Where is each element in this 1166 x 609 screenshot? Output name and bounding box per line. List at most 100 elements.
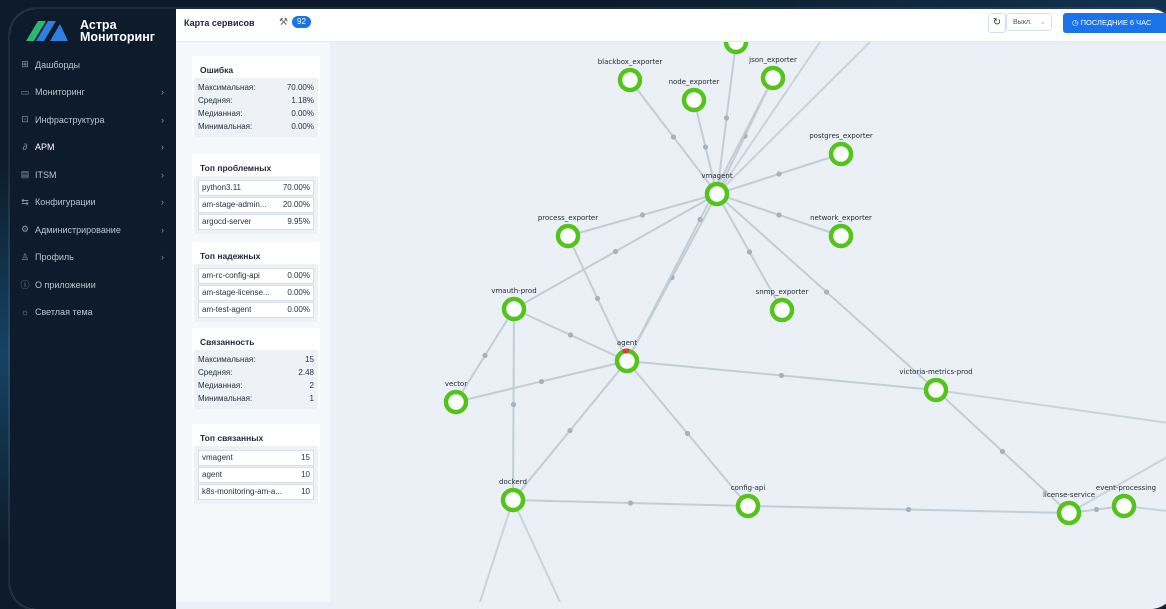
map-node-snmp_exporter[interactable]: snmp_exporter <box>756 288 809 323</box>
node-label: json_exporter <box>748 56 797 64</box>
edge-dot <box>723 115 730 121</box>
node-ring[interactable] <box>614 348 640 374</box>
map-node-postgres_exporter[interactable]: postgres_exporter <box>809 132 873 167</box>
list-item[interactable]: vmagent 15 <box>198 450 314 466</box>
node-ring[interactable] <box>704 181 730 207</box>
node-ring[interactable] <box>1056 500 1082 526</box>
node-ring[interactable] <box>828 223 854 249</box>
edge-dot <box>510 401 517 408</box>
service-map-graph[interactable]: blackbox_exporter node_exporter json_expor… <box>330 42 1166 602</box>
logo[interactable]: Астра Мониторинг <box>24 19 155 43</box>
topbar: Карта сервисов ⚒ 92 ↻ Выкл. ⌄ ◷ ПОСЛЕДНИ… <box>176 9 1166 42</box>
sun-icon: ☼ <box>20 307 30 318</box>
node-ring[interactable] <box>723 42 749 55</box>
stat-row-value: 1.18% <box>291 96 314 105</box>
time-range-button[interactable]: ◷ ПОСЛЕДНИЕ 6 ЧАС <box>1063 13 1166 33</box>
list-item[interactable]: argocd-server 9.95% <box>198 214 314 230</box>
node-ring[interactable] <box>500 487 526 513</box>
app-window: Астра Мониторинг ⊞ Дашборды ▭ Мониторинг › ⊡ И… <box>10 9 1166 609</box>
list-item-key: python3.11 <box>202 183 241 192</box>
edge-dot <box>999 448 1006 455</box>
list-item[interactable]: python3.11 70.00% <box>198 180 314 196</box>
logo-mark-icon <box>26 21 68 41</box>
node-ring[interactable] <box>828 141 854 167</box>
node-label: postgres_exporter <box>809 132 873 140</box>
map-node-vector[interactable]: vector <box>443 380 469 415</box>
sidebar-item-1[interactable]: ▭ Мониторинг › <box>10 79 176 107</box>
map-node-node_exporter[interactable]: node_exporter <box>669 78 720 113</box>
edge-dot <box>823 289 830 295</box>
stat-row: Максимальная: 70.00% <box>198 81 314 94</box>
stat-row-value: 2.48 <box>298 368 314 377</box>
list-item[interactable]: am-stage-admin... 20.00% <box>198 197 314 213</box>
map-node-vmauth-prod[interactable]: vmauth-prod <box>491 287 537 322</box>
stat-row-key: Медианная: <box>198 381 243 390</box>
list-item[interactable]: am-rc-config-api 0.00% <box>198 268 314 284</box>
chevron-right-icon: › <box>161 169 164 180</box>
map-node-event-processing[interactable]: event-processing <box>1096 484 1156 519</box>
list-item-value: 0.00% <box>287 288 310 297</box>
map-node-agent[interactable]: agent <box>614 339 640 374</box>
top-problem-card: Топ проблемных python3.11 70.00% am-stage-… <box>192 154 320 234</box>
sidebar-item-6[interactable]: ⚙ Администрирование › <box>10 216 176 244</box>
sidebar-item-label: Конфигурации <box>35 197 96 208</box>
sidebar-item-0[interactable]: ⊞ Дашборды <box>10 51 176 79</box>
node-label: vector <box>445 380 467 388</box>
node-ring[interactable] <box>443 389 469 415</box>
map-node-config-api[interactable]: config-api <box>731 484 766 519</box>
clock-icon: ◷ <box>1072 18 1079 27</box>
map-settings-icon[interactable]: ⚒ <box>279 17 288 28</box>
config-icon: ⇆ <box>21 196 29 207</box>
list-item-value: 70.00% <box>282 183 310 192</box>
sidebar-item-7[interactable]: ♙ Профиль › <box>10 244 176 272</box>
sidebar-item-9[interactable]: ☼ Светлая тема <box>10 299 176 327</box>
stat-row: Минимальная: 1 <box>198 392 314 405</box>
list-item[interactable]: am-test-agent 0.00% <box>198 302 314 318</box>
top-reliable-list: am-rc-config-api 0.00% am-stage-license...… <box>194 264 318 322</box>
sidebar-item-8[interactable]: ⓘ О приложении <box>10 271 176 299</box>
node-ring[interactable] <box>501 296 527 322</box>
node-ring[interactable] <box>760 65 786 91</box>
list-item[interactable]: am-stage-license... 0.00% <box>198 285 314 301</box>
sidebar-item-label: Мониторинг <box>35 87 85 98</box>
map-edge <box>512 499 561 602</box>
node-label: vmagent <box>701 172 732 180</box>
top-connected-title: Топ связанных <box>200 433 264 443</box>
node-ring[interactable] <box>681 87 707 113</box>
error-card-title: Ошибка <box>200 65 234 75</box>
node-ring[interactable] <box>1111 493 1137 519</box>
map-node-network_exporter[interactable]: network_exporter <box>810 214 872 249</box>
edge-dot <box>612 248 619 255</box>
auto-refresh-select[interactable]: Выкл. ⌄ <box>1006 13 1052 31</box>
edge-dot <box>567 427 573 434</box>
map-node-blackbox_exporter[interactable]: blackbox_exporter <box>598 58 663 93</box>
node-ring[interactable] <box>555 223 581 249</box>
list-item-value: 15 <box>301 453 310 462</box>
sidebar-item-5[interactable]: ⇆ Конфигурации › <box>10 189 176 217</box>
sidebar-item-3[interactable]: ∂ APM › <box>10 134 176 162</box>
list-item[interactable]: k8s-monitoring-am-a... 10 <box>198 484 314 500</box>
sidebar-item-2[interactable]: ⊡ Инфраструктура › <box>10 106 176 134</box>
node-ring[interactable] <box>735 493 761 519</box>
time-range-label: ПОСЛЕДНИЕ 6 ЧАС <box>1080 18 1152 27</box>
refresh-button[interactable]: ↻ <box>988 13 1006 33</box>
list-item[interactable]: agent 10 <box>198 467 314 483</box>
node-ring[interactable] <box>617 67 643 93</box>
stat-row-key: Минимальная: <box>198 122 253 131</box>
node-ring[interactable] <box>769 297 795 323</box>
map-node-license-service[interactable]: license-service <box>1043 491 1095 526</box>
map-node-json_exporter[interactable]: json_exporter <box>748 56 797 91</box>
stat-row-key: Средняя: <box>198 368 233 377</box>
service-map[interactable]: blackbox_exporter node_exporter json_expor… <box>330 42 1166 602</box>
sidebar-item-4[interactable]: ▤ ITSM › <box>10 161 176 189</box>
node-ring[interactable] <box>923 377 949 403</box>
stats-panel: Ошибка Максимальная: 70.00% Средняя: 1.18% М… <box>176 42 330 602</box>
list-item-key: am-stage-license... <box>202 288 270 297</box>
edge-dot <box>639 212 646 218</box>
map-node-top[interactable] <box>723 42 749 55</box>
map-node-vmagent[interactable]: vmagent <box>701 172 733 207</box>
sidebar: Астра Мониторинг ⊞ Дашборды ▭ Мониторинг › ⊡ И… <box>10 9 176 609</box>
map-node-dockerd[interactable]: dockerd <box>499 478 527 513</box>
map-node-victoria-metrics-prod[interactable]: victoria-metrics-prod <box>899 368 973 403</box>
sidebar-item-label: О приложении <box>35 279 96 290</box>
